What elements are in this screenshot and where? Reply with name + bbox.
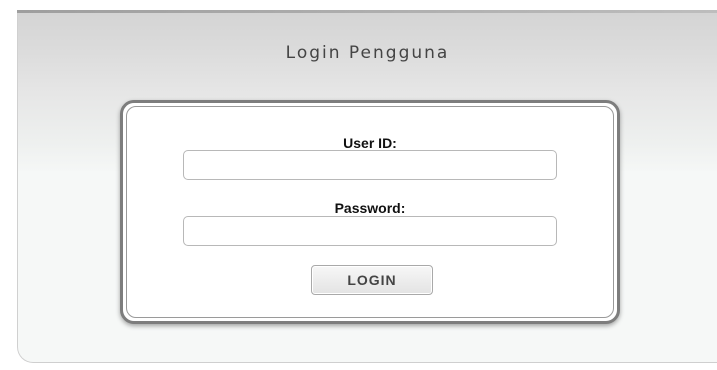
login-panel: Login Pengguna User ID: Password: LOGIN <box>17 13 717 363</box>
login-form-box: User ID: Password: LOGIN <box>120 100 620 324</box>
page-title: Login Pengguna <box>285 43 450 63</box>
login-button[interactable]: LOGIN <box>311 265 433 295</box>
user-id-input[interactable] <box>183 150 557 180</box>
password-label: Password: <box>334 200 406 216</box>
user-id-label: User ID: <box>343 135 397 151</box>
password-input[interactable] <box>183 216 557 246</box>
login-form: User ID: Password: LOGIN <box>126 106 614 318</box>
